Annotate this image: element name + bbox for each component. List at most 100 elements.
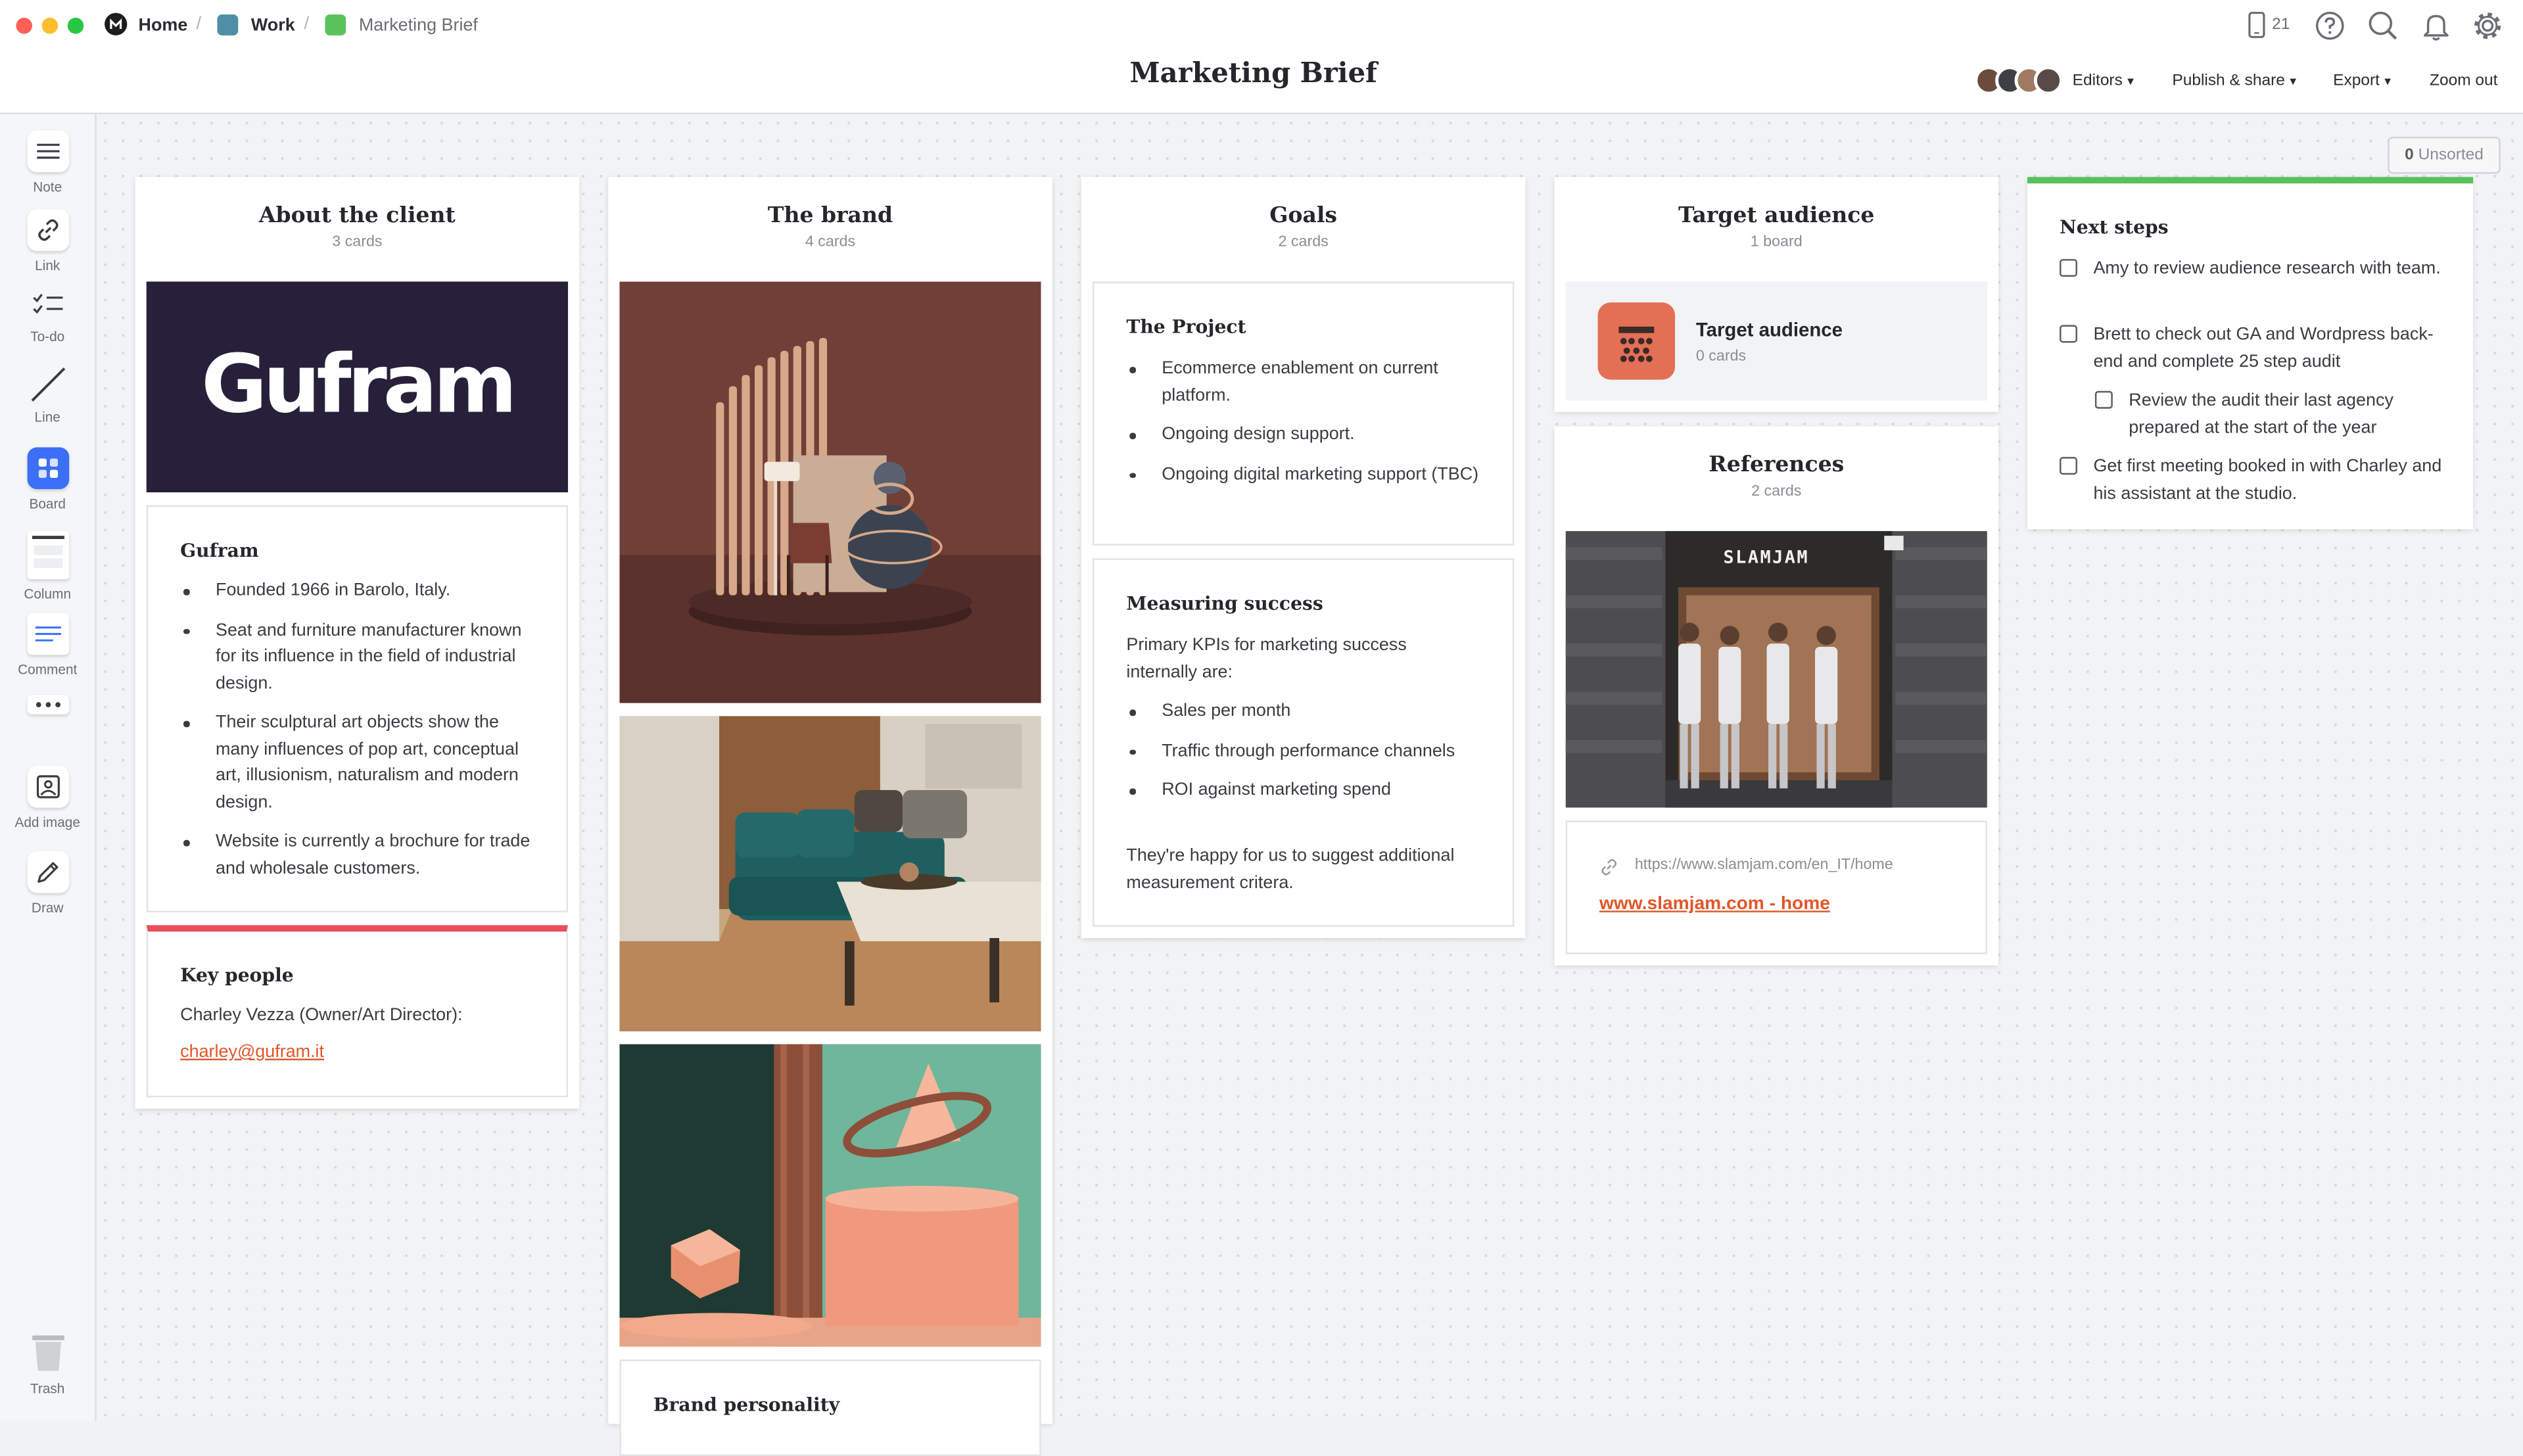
search-icon[interactable] [2367, 10, 2399, 42]
gufram-note-card[interactable]: Gufram Founded 1966 in Barolo, Italy. Se… [146, 505, 569, 912]
link-icon [1599, 856, 1618, 885]
app-window: Home / Work / Marketing Brief Marketing … [0, 0, 2523, 1456]
todo-text: Review the audit their last agency prepa… [2129, 390, 2393, 437]
column-title[interactable]: The brand [608, 202, 1052, 228]
window-close-button[interactable] [16, 17, 32, 34]
store-sign-text: SLAMJAM [1723, 547, 1810, 569]
trash-button[interactable]: Trash [0, 1332, 95, 1397]
todo-checkbox[interactable] [2060, 457, 2077, 475]
column-the-brand[interactable]: The brand 4 cards Brand personality [608, 177, 1052, 1456]
tool-board[interactable]: Board [0, 447, 95, 511]
column-icon [26, 530, 69, 580]
unsorted-button[interactable]: 0 Unsorted [2388, 137, 2501, 174]
tool-comment[interactable]: Comment [0, 613, 95, 677]
tool-label: Board [29, 495, 66, 512]
slamjam-link[interactable]: www.slamjam.com - home [1599, 895, 1830, 914]
list-item: Ongoing design support. [1126, 421, 1493, 448]
todo-checkbox[interactable] [2094, 390, 2113, 409]
window-minimize-button[interactable] [41, 17, 59, 34]
trash-icon [26, 1332, 68, 1374]
device-icon[interactable]: 21 [2246, 10, 2292, 42]
logo-text: Gufram [201, 338, 517, 431]
column-title[interactable]: About the client [135, 202, 580, 228]
brand-image-geometric[interactable] [619, 1044, 1041, 1347]
tool-draw[interactable]: Draw [0, 851, 95, 916]
brand-image-sofa[interactable] [619, 716, 1041, 1031]
column-card-count: 2 cards [1278, 233, 1329, 251]
todo-item[interactable]: Get first meeting booked in with Charley… [2060, 454, 2445, 508]
measuring-success-card[interactable]: Measuring success Primary KPIs for marke… [1092, 558, 1515, 927]
tool-link[interactable]: Link [0, 209, 95, 273]
key-people-card[interactable]: Key people Charley Vezza (Owner/Art Dire… [146, 925, 569, 1098]
notifications-bell-icon[interactable] [2420, 10, 2452, 42]
tool-todo[interactable]: To-do [0, 283, 95, 344]
export-button[interactable]: Export ▾ [2333, 71, 2391, 92]
card-heading: The Project [1126, 315, 1246, 339]
card-heading: Gufram [180, 538, 259, 562]
comment-icon [26, 613, 69, 655]
tool-line[interactable]: Line [0, 364, 95, 425]
todo-item[interactable]: Amy to review audience research with tea… [2060, 256, 2445, 310]
column-about-the-client[interactable]: About the client 3 cards Gufram Gufram F… [135, 177, 580, 1109]
email-link[interactable]: charley@gufram.it [180, 1043, 324, 1062]
line-icon [26, 364, 68, 406]
tool-add-image[interactable]: Add image [0, 766, 95, 830]
editors-menu-button[interactable]: Editors ▾ [2073, 71, 2134, 92]
board-icon [26, 447, 69, 490]
tool-label: Note [33, 178, 62, 195]
more-tools-button[interactable] [0, 695, 95, 715]
avatar [2033, 66, 2063, 95]
breadcrumb-work[interactable]: Work [251, 14, 295, 37]
tool-label: To-do [30, 328, 65, 344]
publish-share-button[interactable]: Publish & share ▾ [2172, 71, 2296, 92]
column-card-count: 4 cards [805, 233, 856, 251]
column-goals[interactable]: Goals 2 cards The Project Ecommerce enab… [1081, 177, 1526, 939]
tool-label: Link [35, 257, 60, 274]
add-image-icon [26, 766, 69, 808]
card-text: Primary KPIs for marketing success inter… [1126, 635, 1407, 682]
slamjam-store-image[interactable]: SLAMJAM [1565, 530, 1987, 808]
pen-icon [26, 851, 69, 893]
todo-checkbox[interactable] [2060, 259, 2077, 277]
gufram-logo-image[interactable]: Gufram [146, 281, 569, 492]
zoom-out-button[interactable]: Zoom out [2430, 71, 2497, 92]
todo-item[interactable]: Brett to check out GA and Wordpress back… [2060, 322, 2445, 377]
brand-personality-card[interactable]: Brand personality [619, 1359, 1041, 1456]
target-audience-board-card[interactable]: Target audience 0 cards [1565, 281, 1987, 401]
milanote-logo-icon [105, 12, 128, 35]
tool-label: Line [34, 408, 60, 425]
column-title[interactable]: References [1554, 452, 1998, 478]
column-card-count: 3 cards [332, 233, 383, 251]
tool-note[interactable]: Note [0, 130, 95, 195]
column-target-audience[interactable]: Target audience 1 board Target audience … [1554, 177, 1999, 412]
more-icon [26, 695, 69, 715]
window-maximize-button[interactable] [67, 17, 84, 34]
column-references[interactable]: References 2 cards SLAMJAM https://www.s… [1554, 426, 1999, 966]
card-heading: Key people [180, 964, 294, 987]
todo-checkbox[interactable] [2060, 325, 2077, 343]
list-item: Founded 1966 in Barolo, Italy. [180, 578, 547, 604]
column-title[interactable]: Target audience [1554, 202, 1998, 228]
column-card-count: 1 board [1750, 233, 1803, 251]
publish-label: Publish & share [2172, 72, 2285, 91]
unsorted-label: Unsorted [2418, 146, 2484, 164]
column-title[interactable]: Goals [1081, 202, 1526, 228]
todo-text: Amy to review audience research with tea… [2093, 259, 2441, 279]
list-item: ROI against marketing spend [1126, 777, 1493, 803]
the-project-card[interactable]: The Project Ecommerce enablement on curr… [1092, 281, 1515, 546]
card-text: They're happy for us to suggest addition… [1126, 846, 1455, 893]
todo-item-indented[interactable]: Review the audit their last agency prepa… [2094, 388, 2446, 442]
board-icon [217, 14, 239, 35]
brand-image-sculpture[interactable] [619, 281, 1041, 703]
tool-column[interactable]: Column [0, 530, 95, 601]
help-icon[interactable] [2314, 10, 2346, 42]
next-steps-todo-card[interactable]: Next steps Amy to review audience resear… [2027, 177, 2474, 530]
card-text: Charley Vezza (Owner/Art Director): [180, 1005, 463, 1025]
list-item: Their sculptural art objects show the ma… [180, 709, 547, 816]
list-item: Traffic through performance channels [1126, 738, 1493, 764]
breadcrumb-separator: / [304, 14, 310, 34]
settings-gear-icon[interactable] [2472, 10, 2504, 42]
card-bullet-list: Sales per month Traffic through performa… [1126, 698, 1493, 816]
breadcrumb-home[interactable]: Home [139, 14, 188, 37]
slamjam-link-card[interactable]: https://www.slamjam.com/en_IT/home www.s… [1565, 820, 1987, 954]
